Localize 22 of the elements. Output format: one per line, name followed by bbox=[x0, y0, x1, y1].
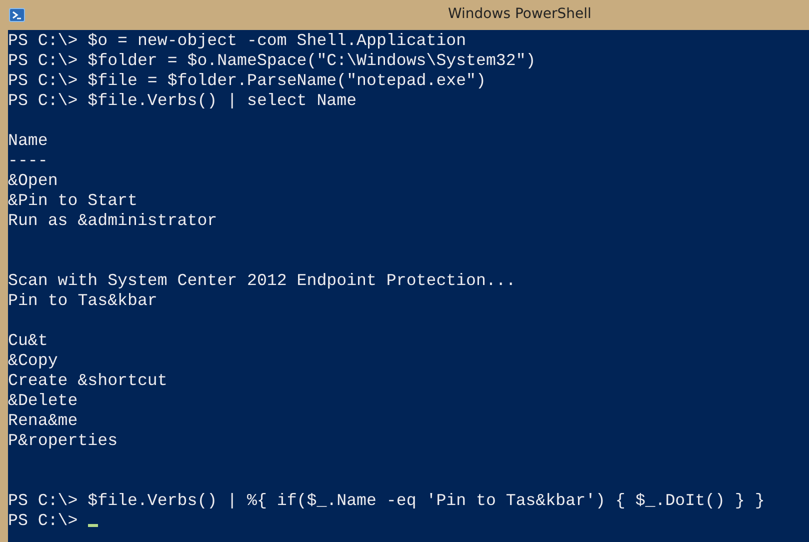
console-output-line: Run as &administrator bbox=[8, 211, 218, 230]
console-output-line: ---- bbox=[8, 151, 48, 170]
text-cursor bbox=[88, 524, 98, 527]
console-prompt: PS C:\> bbox=[8, 511, 78, 530]
console-command-line: PS C:\> $file = $folder.ParseName("notepad.exe") bbox=[8, 71, 486, 90]
console-command-line: PS C:\> $o = new-object -com Shell.Application bbox=[8, 31, 466, 50]
console-output-line: Pin to Tas&kbar bbox=[8, 291, 158, 310]
console-output-line: Cu&t bbox=[8, 331, 48, 350]
console-output-line: Rena&me bbox=[8, 411, 78, 430]
console-command-line: PS C:\> $file.Verbs() | %{ if($_.Name -eq 'Pin to Tas&kbar') { $_.DoIt() } } bbox=[8, 491, 765, 510]
console-output-line: &Delete bbox=[8, 391, 78, 410]
console-output-line: Scan with System Center 2012 Endpoint Protection... bbox=[8, 271, 516, 290]
console-output-line: Name bbox=[8, 131, 48, 150]
console-output-line: Create &shortcut bbox=[8, 371, 168, 390]
console-command-line: PS C:\> $file.Verbs() | select Name bbox=[8, 91, 357, 110]
powershell-icon bbox=[9, 7, 25, 23]
console-output-line: &Open bbox=[8, 171, 58, 190]
console-output-line: &Pin to Start bbox=[8, 191, 138, 210]
console-output-line: &Copy bbox=[8, 351, 58, 370]
console-output-line: P&roperties bbox=[8, 431, 118, 450]
window-title: Windows PowerShell bbox=[448, 6, 592, 22]
console-command-line: PS C:\> $folder = $o.NameSpace("C:\Windows\System32") bbox=[8, 51, 536, 70]
